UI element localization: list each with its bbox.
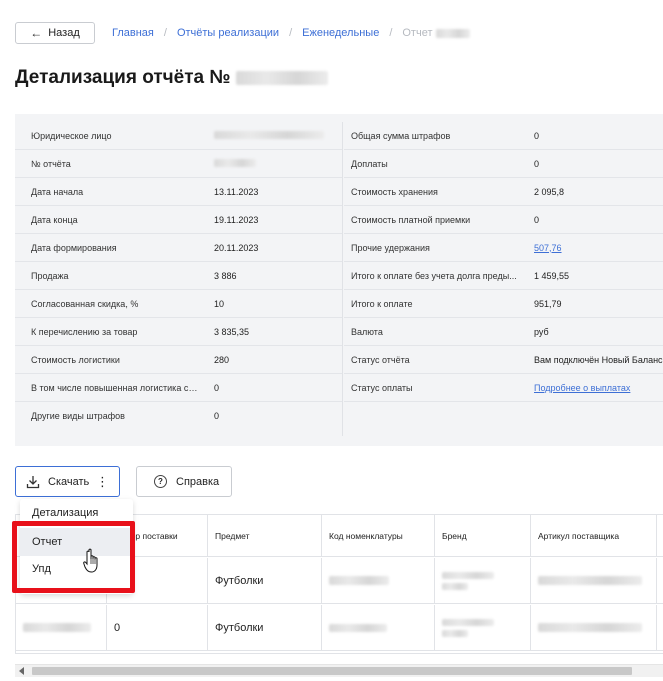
redacted-text bbox=[329, 623, 387, 632]
redacted-text bbox=[442, 571, 494, 579]
detail-row: Итого к оплате без учета долга преды... 1… bbox=[344, 262, 663, 290]
detail-row: Продажа 3 886 bbox=[15, 262, 342, 290]
payment-details-link[interactable]: Подробнее о выплатах bbox=[534, 383, 630, 393]
detail-row: Статус отчёта Вам подключён Новый Баланс bbox=[344, 346, 663, 374]
column-header-brand[interactable]: Бренд bbox=[434, 515, 530, 556]
detail-row: Согласованная скидка, % 10 bbox=[15, 290, 342, 318]
detail-row: Статус оплаты Подробнее о выплатах bbox=[344, 374, 663, 402]
report-details-panel: Юридическое лицо № отчёта Дата начала 13.… bbox=[15, 114, 663, 446]
detail-row: Итого к оплате 951,79 bbox=[344, 290, 663, 318]
detail-row: Дата формирования 20.11.2023 bbox=[15, 234, 342, 262]
detail-row: В том числе повышенная логистика со... 0 bbox=[15, 374, 342, 402]
redacted-text bbox=[538, 576, 642, 585]
back-button[interactable]: ← Назад bbox=[15, 22, 95, 44]
breadcrumb-home[interactable]: Главная bbox=[112, 27, 154, 39]
download-icon bbox=[26, 475, 40, 488]
redacted-text bbox=[214, 130, 324, 139]
redacted-text bbox=[214, 158, 256, 167]
download-button-label: Скачать bbox=[48, 475, 90, 488]
back-button-label: Назад bbox=[48, 27, 80, 39]
detail-row: Стоимость платной приемки 0 bbox=[344, 206, 663, 234]
detail-row: Юридическое лицо bbox=[15, 122, 342, 150]
question-icon: ? bbox=[154, 475, 167, 488]
help-button-label: Справка bbox=[176, 475, 220, 488]
table-row[interactable]: 0 Футболки bbox=[16, 605, 663, 651]
redacted-text bbox=[442, 582, 468, 590]
scrollbar-thumb[interactable] bbox=[32, 667, 632, 675]
page-title: Детализация отчёта № bbox=[15, 67, 328, 89]
detail-row: Дата начала 13.11.2023 bbox=[15, 178, 342, 206]
download-button[interactable]: Скачать ⋮ bbox=[15, 466, 120, 497]
detail-row: Стоимость логистики 280 bbox=[15, 346, 342, 374]
other-deductions-link[interactable]: 507,76 bbox=[534, 243, 562, 253]
redacted-text bbox=[435, 28, 470, 38]
column-header-more bbox=[656, 515, 663, 556]
detail-row: Стоимость хранения 2 095,8 bbox=[344, 178, 663, 206]
breadcrumb-separator: / bbox=[163, 27, 167, 39]
hand-cursor-icon bbox=[83, 548, 98, 573]
redacted-text bbox=[329, 576, 389, 585]
breadcrumb-separator: / bbox=[389, 27, 393, 39]
detail-row: № отчёта bbox=[15, 150, 342, 178]
detail-row: Другие виды штрафов 0 bbox=[31, 411, 220, 421]
detail-row: Дата конца 19.11.2023 bbox=[15, 206, 342, 234]
column-header-article[interactable]: Артикул поставщика bbox=[530, 515, 656, 556]
breadcrumb: Главная / Отчёты реализации / Еженедельн… bbox=[112, 27, 470, 39]
redacted-report-number bbox=[235, 71, 328, 85]
breadcrumb-reports[interactable]: Отчёты реализации bbox=[177, 27, 279, 39]
top-bar: ← Назад Главная / Отчёты реализации / Еж… bbox=[15, 21, 470, 45]
details-right-column: Общая сумма штрафов 0 Доплаты 0 Стоимость … bbox=[344, 122, 663, 402]
redacted-text bbox=[442, 618, 494, 626]
highlight-annotation bbox=[12, 521, 135, 593]
arrow-left-icon: ← bbox=[30, 26, 43, 40]
redacted-text bbox=[23, 623, 91, 632]
detail-row: Валюта руб bbox=[344, 318, 663, 346]
help-button[interactable]: ? Справка bbox=[136, 466, 232, 497]
scroll-left-icon[interactable] bbox=[19, 667, 24, 675]
column-header-subject[interactable]: Предмет bbox=[207, 515, 321, 556]
redacted-text bbox=[538, 623, 642, 632]
more-vertical-icon[interactable]: ⋮ bbox=[96, 475, 109, 488]
detail-row: К перечислению за товар 3 835,35 bbox=[15, 318, 342, 346]
breadcrumb-current: Отчет bbox=[402, 27, 470, 39]
horizontal-scrollbar[interactable] bbox=[15, 664, 663, 677]
detail-row: Прочие удержания 507,76 bbox=[344, 234, 663, 262]
detail-row: Доплаты 0 bbox=[344, 150, 663, 178]
redacted-text bbox=[442, 629, 468, 637]
breadcrumb-separator: / bbox=[289, 27, 293, 39]
details-left-column: Юридическое лицо № отчёта Дата начала 13.… bbox=[15, 122, 343, 436]
breadcrumb-weekly[interactable]: Еженедельные bbox=[302, 27, 379, 39]
column-header-nomenclature[interactable]: Код номенклатуры bbox=[321, 515, 434, 556]
detail-row: Общая сумма штрафов 0 bbox=[344, 122, 663, 150]
